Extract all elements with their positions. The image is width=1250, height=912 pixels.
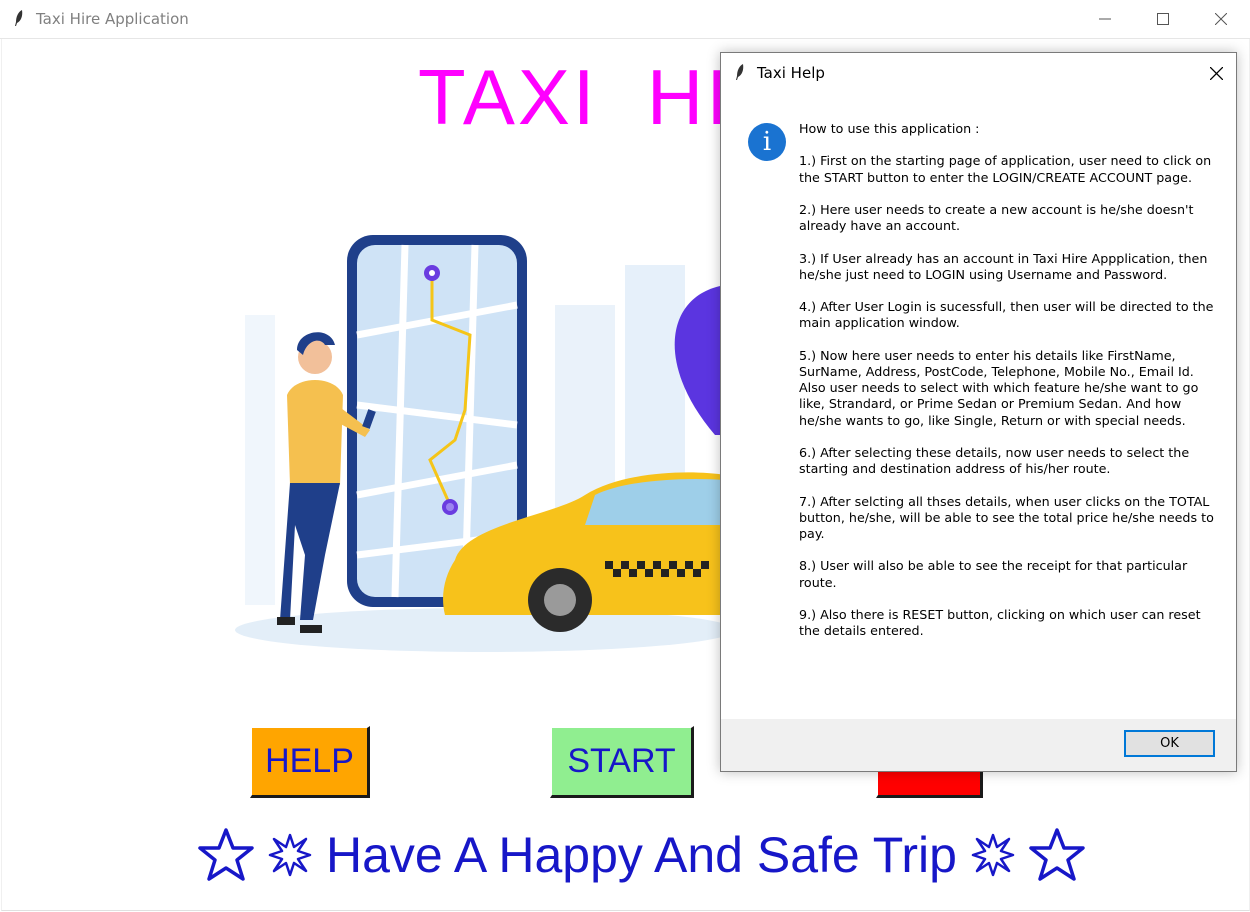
help-step: 9.) Also there is RESET button, clicking… [799, 606, 1201, 639]
dialog-title: Taxi Help [757, 64, 825, 82]
close-icon [1215, 13, 1227, 25]
dialog-message: How to use this application : 1.) First … [799, 121, 1215, 656]
help-step: 7.) After selcting all thses details, wh… [799, 493, 1214, 541]
start-button[interactable]: START [550, 726, 694, 798]
window-title: Taxi Hire Application [36, 10, 189, 28]
help-step: 5.) Now here user needs to enter his det… [799, 347, 1199, 428]
footer-label: Have A Happy And Safe Trip [326, 827, 957, 883]
footer-message: Have A Happy And Safe Trip [198, 826, 1085, 884]
star-icon [198, 828, 254, 881]
dialog-close-button[interactable] [1199, 57, 1233, 89]
maximize-icon [1157, 13, 1169, 25]
help-step: 4.) After User Login is sucessfull, then… [799, 299, 1214, 331]
close-icon [1209, 66, 1223, 80]
help-button[interactable]: HELP [250, 726, 370, 798]
help-intro: How to use this application : [799, 121, 980, 136]
sparkle-icon [268, 833, 312, 877]
maximize-button[interactable] [1134, 0, 1192, 38]
main-titlebar: Taxi Hire Application [0, 0, 1250, 39]
star-icon [1029, 828, 1085, 881]
help-dialog: Taxi Help i How to use this application … [720, 52, 1237, 772]
feather-icon [736, 64, 744, 80]
ok-button[interactable]: OK [1124, 730, 1215, 757]
help-step: 3.) If User already has an account in Ta… [799, 250, 1208, 282]
taxi-app-illustration [235, 235, 725, 652]
minimize-button[interactable] [1076, 0, 1134, 38]
feather-icon [15, 10, 23, 26]
help-step: 6.) After selecting these details, now u… [799, 444, 1190, 477]
dialog-titlebar: Taxi Help [721, 53, 1236, 93]
minimize-icon [1099, 18, 1111, 20]
close-button[interactable] [1192, 0, 1250, 38]
info-icon: i [748, 123, 786, 161]
sparkle-icon [971, 833, 1015, 877]
help-step: 1.) First on the starting page of applic… [799, 153, 1212, 185]
help-step: 2.) Here user needs to create a new acco… [799, 201, 1194, 234]
help-step: 8.) User will also be able to see the re… [799, 558, 1188, 590]
